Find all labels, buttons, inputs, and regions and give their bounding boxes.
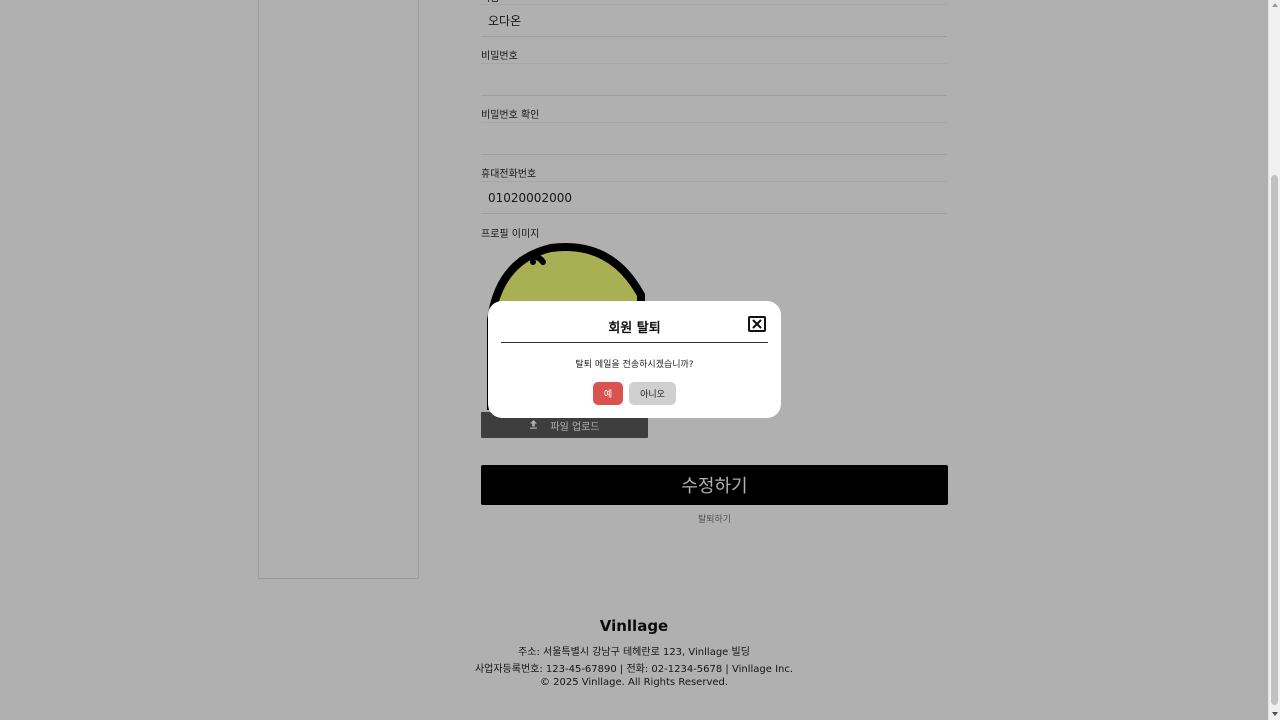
scroll-down-icon[interactable] <box>1272 712 1278 716</box>
modal-message: 탈퇴 메일을 전송하시겠습니까? <box>575 360 694 370</box>
scroll-thumb[interactable] <box>1271 175 1278 705</box>
close-icon[interactable] <box>748 316 766 332</box>
confirm-no-button[interactable]: 아니오 <box>629 382 676 405</box>
confirm-yes-button[interactable]: 예 <box>593 382 623 405</box>
withdraw-modal: 회원 탈퇴 탈퇴 메일을 전송하시겠습니까? 예 아니오 <box>488 301 781 418</box>
scroll-up-icon[interactable] <box>1272 3 1278 7</box>
scrollbar[interactable] <box>1268 0 1280 720</box>
modal-divider <box>501 342 768 343</box>
modal-title: 회원 탈퇴 <box>608 321 661 336</box>
